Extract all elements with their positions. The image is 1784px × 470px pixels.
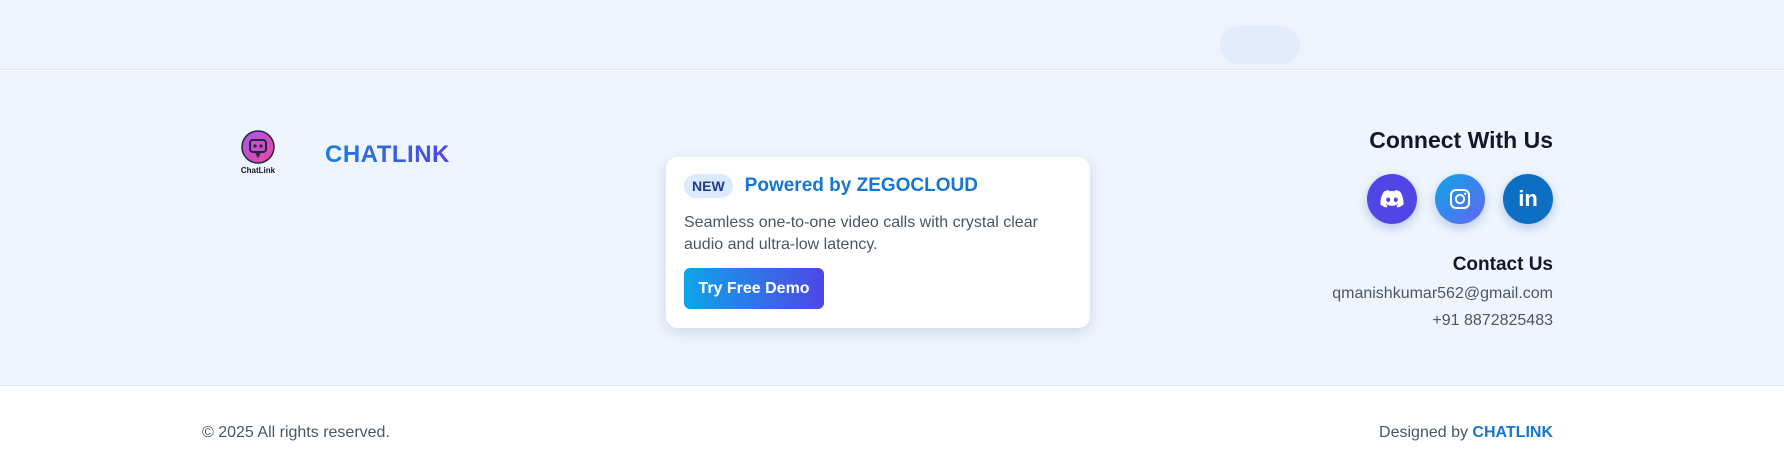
social-links: in (1367, 174, 1553, 224)
promo-description: Seamless one-to-one video calls with cry… (684, 214, 1038, 253)
top-page-strip (0, 0, 1784, 70)
contact-phone[interactable]: +91 8872825483 (1432, 312, 1553, 330)
copyright-text: © 2025 All rights reserved. (202, 424, 390, 441)
bottom-bar: © 2025 All rights reserved. Designed by … (0, 387, 1784, 470)
designed-by-brand-link[interactable]: CHATLINK (1472, 424, 1553, 441)
try-free-demo-button[interactable]: Try Free Demo (684, 268, 824, 309)
zegocloud-promo-card: NEW Powered by ZEGOCLOUD Seamless one-to… (666, 157, 1090, 328)
contact-title: Contact Us (1452, 254, 1553, 275)
promo-header: NEW Powered by ZEGOCLOUD (684, 174, 1072, 198)
linkedin-link[interactable]: in (1503, 174, 1553, 224)
discord-link[interactable] (1367, 174, 1417, 224)
robot-chat-icon (241, 130, 275, 164)
footer-brand[interactable]: ChatLink CHATLINK (237, 130, 450, 180)
designed-by-prefix: Designed by (1379, 424, 1473, 441)
brand-name[interactable]: CHATLINK (325, 141, 450, 169)
instagram-icon (1450, 189, 1470, 209)
connect-title: Connect With Us (1369, 127, 1553, 153)
promo-title: Powered by ZEGOCLOUD (744, 175, 978, 196)
brand-logo: ChatLink (237, 130, 279, 180)
instagram-link[interactable] (1435, 174, 1485, 224)
designed-by-text: Designed by CHATLINK (1379, 424, 1553, 442)
logo-caption: ChatLink (240, 166, 276, 175)
new-badge: NEW (684, 174, 733, 198)
linkedin-icon: in (1518, 186, 1538, 211)
faded-pill (1220, 26, 1300, 64)
discord-icon (1380, 190, 1404, 208)
contact-email[interactable]: qmanishkumar562@gmail.com (1332, 285, 1553, 303)
